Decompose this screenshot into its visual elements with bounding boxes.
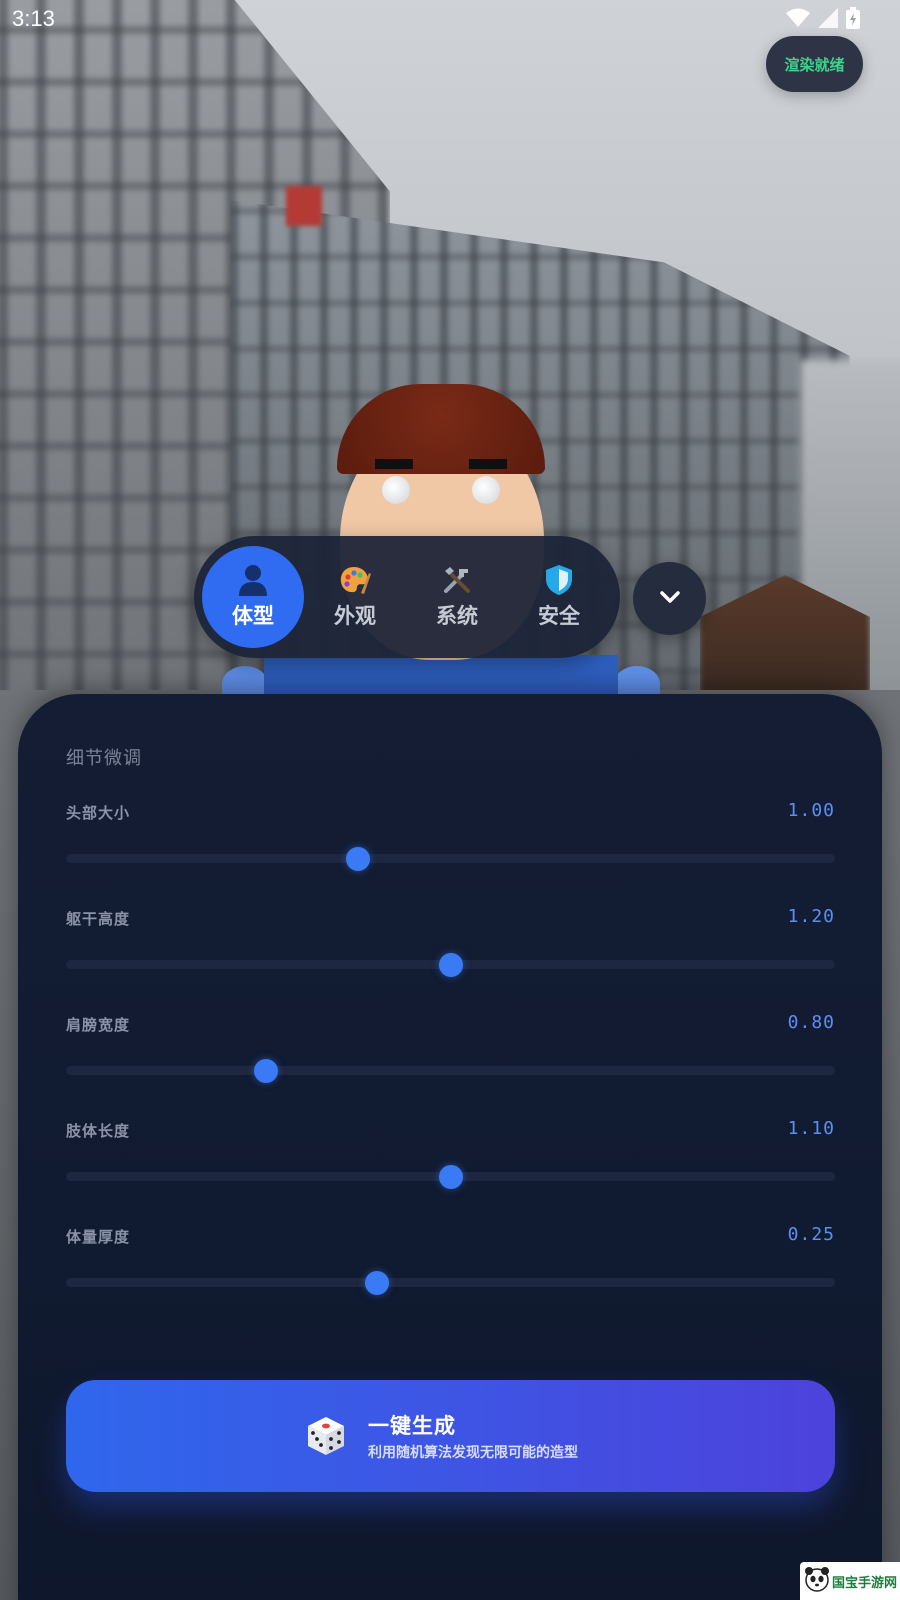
tab-system[interactable]: 系统 bbox=[406, 546, 508, 648]
tab-label: 体型 bbox=[232, 604, 274, 628]
watermark-logo: 国宝手游网 bbox=[800, 1562, 900, 1600]
dice-icon bbox=[304, 1414, 348, 1458]
slider-label: 肩膀宽度 bbox=[66, 1016, 131, 1034]
status-icons bbox=[786, 7, 860, 29]
signal-icon bbox=[818, 8, 838, 28]
generate-title: 一键生成 bbox=[368, 1414, 456, 1438]
slider-thumb[interactable] bbox=[438, 953, 463, 977]
character-brow-right bbox=[469, 459, 507, 469]
adjustment-panel: 细节微调 头部大小 1.00 躯干高度 1.20 肩膀宽度 0.80 肢体长度 … bbox=[18, 694, 882, 1600]
slider-track[interactable] bbox=[66, 854, 835, 863]
tab-label: 系统 bbox=[436, 604, 478, 628]
slider-thumb[interactable] bbox=[438, 1165, 463, 1189]
slider-label: 体量厚度 bbox=[66, 1228, 131, 1246]
category-tabs: 体型 外观 系统 安全 bbox=[194, 536, 620, 658]
slider-track[interactable] bbox=[66, 1278, 835, 1287]
slider-label: 躯干高度 bbox=[66, 910, 131, 928]
slider-track[interactable] bbox=[66, 1066, 835, 1075]
tab-body-type[interactable]: 体型 bbox=[202, 546, 304, 648]
tools-icon bbox=[442, 564, 472, 596]
slider-thumb[interactable] bbox=[346, 847, 371, 871]
watermark-text: 国宝手游网 bbox=[832, 1574, 898, 1590]
slider-value: 1.20 bbox=[787, 906, 835, 927]
slider-value: 0.80 bbox=[787, 1012, 835, 1033]
tab-security[interactable]: 安全 bbox=[508, 546, 610, 648]
character-brow-left bbox=[375, 459, 413, 469]
shield-icon bbox=[545, 564, 573, 596]
character-hair bbox=[337, 384, 545, 474]
tab-appearance[interactable]: 外观 bbox=[304, 546, 406, 648]
generate-subtitle: 利用随机算法发现无限可能的造型 bbox=[368, 1445, 578, 1461]
slider-thumb[interactable] bbox=[253, 1059, 278, 1083]
wifi-icon bbox=[786, 8, 810, 28]
slider-label: 头部大小 bbox=[66, 804, 131, 822]
render-status-badge: 渲染就绪 bbox=[766, 36, 863, 92]
slider-value: 0.25 bbox=[787, 1224, 835, 1245]
battery-icon bbox=[846, 7, 860, 29]
slider-thumb[interactable] bbox=[365, 1271, 390, 1295]
status-time: 3:13 bbox=[12, 6, 55, 31]
status-bar: 3:13 bbox=[0, 0, 900, 36]
character-eye-right bbox=[472, 476, 500, 504]
palette-icon bbox=[339, 564, 371, 596]
chevron-down-icon bbox=[658, 589, 682, 609]
slider-label: 肢体长度 bbox=[66, 1122, 131, 1140]
person-icon bbox=[238, 564, 268, 596]
panda-icon bbox=[804, 1566, 830, 1596]
character-eye-left bbox=[382, 476, 410, 504]
slider-value: 1.00 bbox=[787, 800, 835, 821]
tab-label: 外观 bbox=[334, 604, 376, 628]
panel-title: 细节微调 bbox=[66, 748, 142, 769]
character-body bbox=[264, 655, 618, 695]
slider-value: 1.10 bbox=[787, 1118, 835, 1139]
tab-label: 安全 bbox=[538, 604, 580, 628]
collapse-panel-button[interactable] bbox=[633, 562, 706, 635]
random-generate-button[interactable]: 一键生成 利用随机算法发现无限可能的造型 bbox=[66, 1380, 835, 1492]
